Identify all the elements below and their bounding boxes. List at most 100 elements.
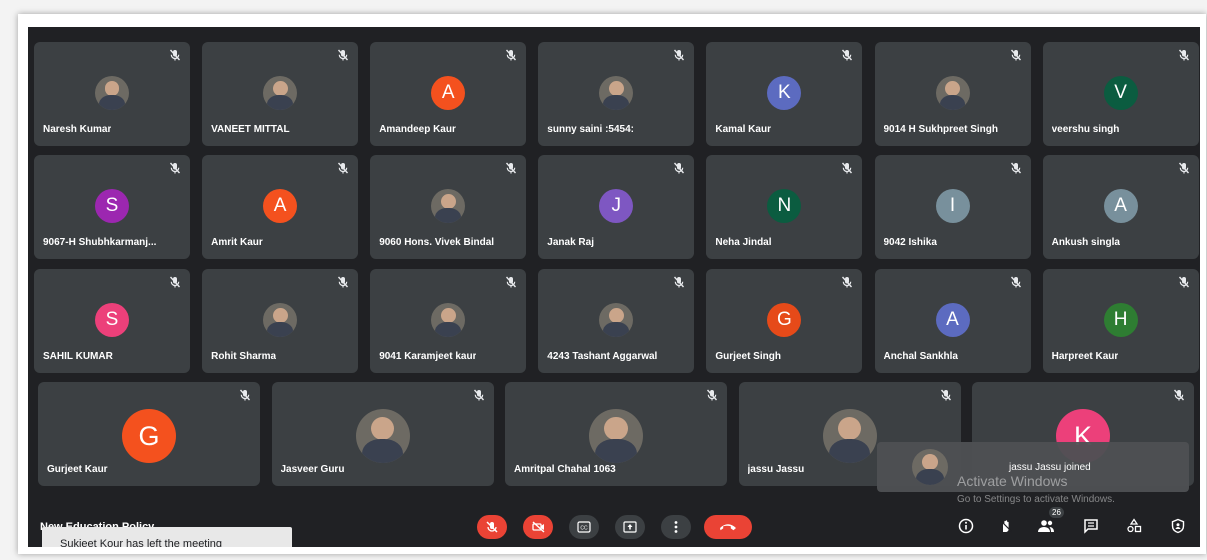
participant-tile[interactable]: Vveershu singh <box>1042 42 1199 146</box>
camera-toggle-button[interactable] <box>523 515 553 539</box>
mic-off-icon <box>842 162 853 174</box>
mic-off-icon <box>940 389 951 401</box>
participant-tile[interactable]: VANEET MITTAL <box>202 42 359 146</box>
participant-name: Anchal Sankhla <box>883 351 958 362</box>
participant-avatar <box>935 76 970 110</box>
chat-icon <box>1084 519 1098 534</box>
present-button[interactable] <box>615 515 645 539</box>
participant-name: Gurjeet Singh <box>715 351 781 362</box>
mic-off-icon <box>1010 49 1021 61</box>
participant-tile[interactable]: H Harpreet Kaur <box>1042 269 1199 373</box>
mic-toggle-button[interactable] <box>477 515 507 539</box>
participant-tile[interactable]: J Janak Raj <box>538 155 695 259</box>
participant-tile[interactable]: S 9067-H Shubhkarmanj... <box>34 155 190 259</box>
participant-tile[interactable]: I 9042 Ishika <box>874 155 1031 259</box>
participant-avatar <box>822 409 877 463</box>
participant-avatar: A <box>935 303 970 337</box>
participant-tile[interactable]: Rohit Sharma <box>202 269 359 373</box>
tile-mute-indicator <box>840 275 854 289</box>
participant-tile[interactable]: G Gurjeet Kaur <box>38 382 260 486</box>
tile-mute-indicator <box>336 161 350 175</box>
mic-off-icon <box>1010 276 1021 288</box>
tile-mute-indicator <box>1177 161 1191 175</box>
activities-icon <box>1127 518 1142 533</box>
tile-mute-indicator <box>168 161 182 175</box>
more-options-button[interactable] <box>661 515 691 539</box>
mic-off-icon <box>1178 276 1189 288</box>
mic-off-icon <box>1010 162 1021 174</box>
participant-avatar: V <box>1103 76 1138 110</box>
mic-off-icon <box>674 49 685 61</box>
participant-tile[interactable]: Naresh Kumar <box>34 42 190 146</box>
participant-name: Naresh Kumar <box>43 124 112 135</box>
meeting-info-button[interactable] <box>955 515 977 537</box>
participant-tile[interactable]: 4243 Tashant Aggarwal <box>538 269 695 373</box>
participant-name: 9067-H Shubhkarmanj... <box>43 237 157 248</box>
tile-mute-indicator <box>504 161 518 175</box>
participant-avatar <box>599 303 634 337</box>
mic-off-icon <box>674 276 685 288</box>
participant-tile[interactable]: 9060 Hons. Vivek Bindal <box>370 155 527 259</box>
participant-avatar: K <box>767 76 802 110</box>
participant-name: Gurjeet Kaur <box>47 464 108 475</box>
participant-avatar <box>355 409 410 463</box>
tile-mute-indicator <box>168 48 182 62</box>
participant-tile[interactable]: sunny saini :5454: <box>538 42 695 146</box>
tile-mute-indicator <box>705 388 719 402</box>
participant-name: SAHIL KUMAR <box>43 351 113 362</box>
participant-tile[interactable]: A Amrit Kaur <box>202 155 359 259</box>
participant-name: VANEET MITTAL <box>211 124 290 135</box>
host-controls-button[interactable] <box>1167 515 1189 537</box>
end-call-button[interactable] <box>704 515 752 539</box>
mic-off-icon <box>169 162 181 174</box>
end-call-icon <box>720 524 736 531</box>
captions-button[interactable]: CC <box>569 515 599 539</box>
tile-mute-indicator <box>336 48 350 62</box>
tile-mute-indicator <box>672 48 686 62</box>
participant-avatar: H <box>1103 303 1138 337</box>
participant-avatar <box>431 189 466 223</box>
tile-mute-indicator <box>504 275 518 289</box>
control-bar: CC <box>28 505 1200 547</box>
tile-mute-indicator <box>840 48 854 62</box>
mic-off-icon <box>338 49 349 61</box>
participant-name: 4243 Tashant Aggarwal <box>547 351 658 362</box>
mic-off-icon <box>1178 162 1189 174</box>
tile-mute-indicator <box>1009 48 1023 62</box>
participant-tile[interactable]: Jasveer Guru <box>271 382 494 486</box>
participant-tile[interactable]: 9014 H Sukhpreet Singh <box>874 42 1031 146</box>
activities-button[interactable] <box>1123 515 1145 537</box>
participant-tile[interactable]: A Anchal Sankhla <box>874 269 1031 373</box>
tile-mute-indicator <box>672 161 686 175</box>
participant-tile[interactable]: 9041 Karamjeet kaur <box>370 269 527 373</box>
participants-button[interactable] <box>1035 515 1057 537</box>
participant-tile[interactable]: A Ankush singla <box>1042 155 1199 259</box>
participant-tile[interactable]: G Gurjeet Singh <box>706 269 863 373</box>
participant-name: Kamal Kaur <box>715 124 771 135</box>
chat-button[interactable] <box>1080 515 1102 537</box>
participant-avatar <box>95 76 129 110</box>
participant-tile[interactable]: N Neha Jindal <box>706 155 863 259</box>
mic-off-icon <box>706 389 718 401</box>
participant-avatar: A <box>1103 189 1138 223</box>
participant-name: Neha Jindal <box>715 237 772 248</box>
participant-avatar: S <box>95 189 129 223</box>
host-controls-icon <box>1171 518 1185 534</box>
participant-avatar: G <box>767 303 802 337</box>
participant-tile[interactable]: K Kamal Kaur <box>706 42 863 146</box>
participant-tile[interactable]: Amritpal Chahal 1063 <box>505 382 727 486</box>
tile-mute-indicator <box>672 275 686 289</box>
mic-off-icon <box>338 276 349 288</box>
mic-off-icon <box>506 162 517 174</box>
participant-avatar: I <box>935 189 970 223</box>
joined-avatar <box>912 449 948 485</box>
mic-off-icon <box>169 276 181 288</box>
participant-tile[interactable]: S SAHIL KUMAR <box>34 269 190 373</box>
tile-mute-indicator <box>238 388 252 402</box>
participant-name: Ankush singla <box>1051 237 1120 248</box>
participant-name: Harpreet Kaur <box>1051 351 1119 362</box>
participant-tile[interactable]: A Amandeep Kaur <box>370 42 527 146</box>
tile-mute-indicator <box>336 275 350 289</box>
joined-text: jassu Jassu joined <box>1009 462 1091 473</box>
raise-hand-button[interactable] <box>995 515 1017 537</box>
